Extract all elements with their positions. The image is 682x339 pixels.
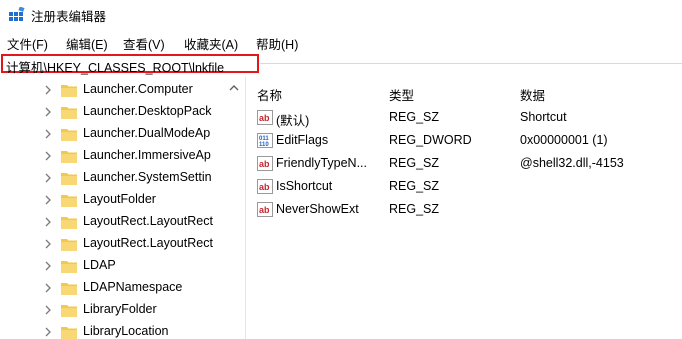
folder-icon [61, 217, 77, 229]
folder-icon [61, 195, 77, 207]
address-bar[interactable]: 计算机\HKEY_CLASSES_ROOT\lnkfile [1, 54, 259, 76]
pane-splitter[interactable] [245, 77, 246, 339]
column-header-type[interactable]: 类型 [389, 85, 414, 104]
menu-favorites[interactable]: 收藏夹(A) [184, 34, 238, 53]
value-row[interactable]: ab FriendlyTypeN... REG_SZ @shell32.dll,… [247, 153, 682, 175]
value-type: REG_SZ [389, 179, 440, 193]
tree-scrollbar[interactable] [226, 77, 243, 339]
scroll-up-icon[interactable] [229, 84, 239, 92]
tree-item[interactable]: Launcher.DesktopPack [0, 101, 240, 123]
folder-icon [61, 173, 77, 185]
svg-text:ab: ab [259, 113, 270, 123]
tree-item[interactable]: Launcher.SystemSettin [0, 167, 240, 189]
folder-icon [61, 305, 77, 317]
folder-icon [61, 151, 77, 163]
folder-icon [61, 327, 77, 339]
value-name: IsShortcut [276, 179, 333, 193]
folder-icon [61, 129, 77, 141]
value-name: EditFlags [276, 133, 329, 147]
chevron-right-icon[interactable] [43, 304, 53, 316]
folder-icon [61, 107, 77, 119]
tree-item-label: Launcher.Computer [83, 82, 193, 96]
column-header-name[interactable]: 名称 [257, 85, 282, 104]
string-value-icon: ab [257, 156, 273, 171]
string-value-icon: ab [257, 202, 273, 217]
tree-item-label: Launcher.SystemSettin [83, 170, 212, 184]
value-data: @shell32.dll,-4153 [520, 156, 624, 170]
value-row[interactable]: 011 110 EditFlags REG_DWORD 0x00000001 (… [247, 130, 682, 152]
value-row[interactable]: ab (默认) REG_SZ Shortcut [247, 107, 682, 129]
tree-item[interactable]: Launcher.DualModeAp [0, 123, 240, 145]
tree-item[interactable]: LayoutFolder [0, 189, 240, 211]
address-bar-underline [260, 63, 682, 64]
value-data: 0x00000001 (1) [520, 133, 608, 147]
tree-item-label: LDAP [83, 258, 116, 272]
column-header-data[interactable]: 数据 [520, 85, 545, 104]
tree-item-label: Launcher.DualModeAp [83, 126, 211, 140]
string-value-icon: ab [257, 110, 273, 125]
chevron-right-icon[interactable] [43, 84, 53, 96]
tree-item-label: Launcher.DesktopPack [83, 104, 212, 118]
string-value-icon: ab [257, 179, 273, 194]
tree-item-label: LayoutRect.LayoutRect [83, 214, 213, 228]
menu-view[interactable]: 查看(V) [123, 34, 165, 53]
value-type: REG_SZ [389, 202, 440, 216]
tree-item[interactable]: LibraryLocation [0, 321, 240, 339]
value-name: FriendlyTypeN... [276, 156, 368, 170]
value-type: REG_DWORD [389, 133, 472, 147]
svg-text:ab: ab [259, 182, 270, 192]
svg-text:110: 110 [259, 142, 269, 148]
value-row[interactable]: ab IsShortcut REG_SZ [247, 176, 682, 198]
tree-item-label: LayoutRect.LayoutRect [83, 236, 213, 250]
chevron-right-icon[interactable] [43, 282, 53, 294]
value-name: NeverShowExt [276, 202, 359, 216]
value-name: (默认) [276, 114, 310, 128]
menu-edit[interactable]: 编辑(E) [66, 34, 108, 53]
value-type: REG_SZ [389, 110, 440, 124]
title-bar: 注册表编辑器 [0, 0, 682, 28]
value-list: 名称 类型 数据 ab (默认) REG_SZ Shortcut 011 110… [247, 77, 682, 339]
chevron-right-icon[interactable] [43, 128, 53, 140]
folder-icon [61, 85, 77, 97]
menu-help[interactable]: 帮助(H) [256, 34, 298, 53]
chevron-right-icon[interactable] [43, 172, 53, 184]
binary-value-icon: 011 110 [257, 133, 273, 148]
chevron-right-icon[interactable] [43, 150, 53, 162]
svg-text:ab: ab [259, 159, 270, 169]
tree-item-label: LayoutFolder [83, 192, 156, 206]
tree-item[interactable]: LDAPNamespace [0, 277, 240, 299]
chevron-right-icon[interactable] [43, 106, 53, 118]
svg-text:ab: ab [259, 205, 270, 215]
tree-item-label: LibraryFolder [83, 302, 157, 316]
value-row[interactable]: ab NeverShowExt REG_SZ [247, 199, 682, 221]
chevron-right-icon[interactable] [43, 326, 53, 338]
tree-item[interactable]: LayoutRect.LayoutRect [0, 211, 240, 233]
folder-icon [61, 261, 77, 273]
value-type: REG_SZ [389, 156, 440, 170]
tree-item[interactable]: LDAP [0, 255, 240, 277]
tree-item-label: LibraryLocation [83, 324, 169, 338]
tree-item[interactable]: LayoutRect.LayoutRect [0, 233, 240, 255]
tree-item[interactable]: Launcher.Computer [0, 79, 240, 101]
folder-icon [61, 283, 77, 295]
chevron-right-icon[interactable] [43, 238, 53, 250]
folder-icon [61, 239, 77, 251]
key-tree: Launcher.Computer Launcher.DesktopPack L… [0, 77, 246, 339]
tree-item[interactable]: LibraryFolder [0, 299, 240, 321]
tree-item-label: Launcher.ImmersiveAp [83, 148, 211, 162]
chevron-right-icon[interactable] [43, 194, 53, 206]
window-title: 注册表编辑器 [31, 10, 107, 24]
value-data: Shortcut [520, 110, 567, 124]
registry-editor-icon [9, 7, 25, 21]
chevron-right-icon[interactable] [43, 260, 53, 272]
tree-item[interactable]: Launcher.ImmersiveAp [0, 145, 240, 167]
tree-item-label: LDAPNamespace [83, 280, 183, 294]
chevron-right-icon[interactable] [43, 216, 53, 228]
menu-bar: 文件(F) 编辑(E) 查看(V) 收藏夹(A) 帮助(H) [0, 31, 682, 53]
menu-file[interactable]: 文件(F) [7, 34, 48, 53]
address-path[interactable]: 计算机\HKEY_CLASSES_ROOT\lnkfile [6, 57, 224, 76]
